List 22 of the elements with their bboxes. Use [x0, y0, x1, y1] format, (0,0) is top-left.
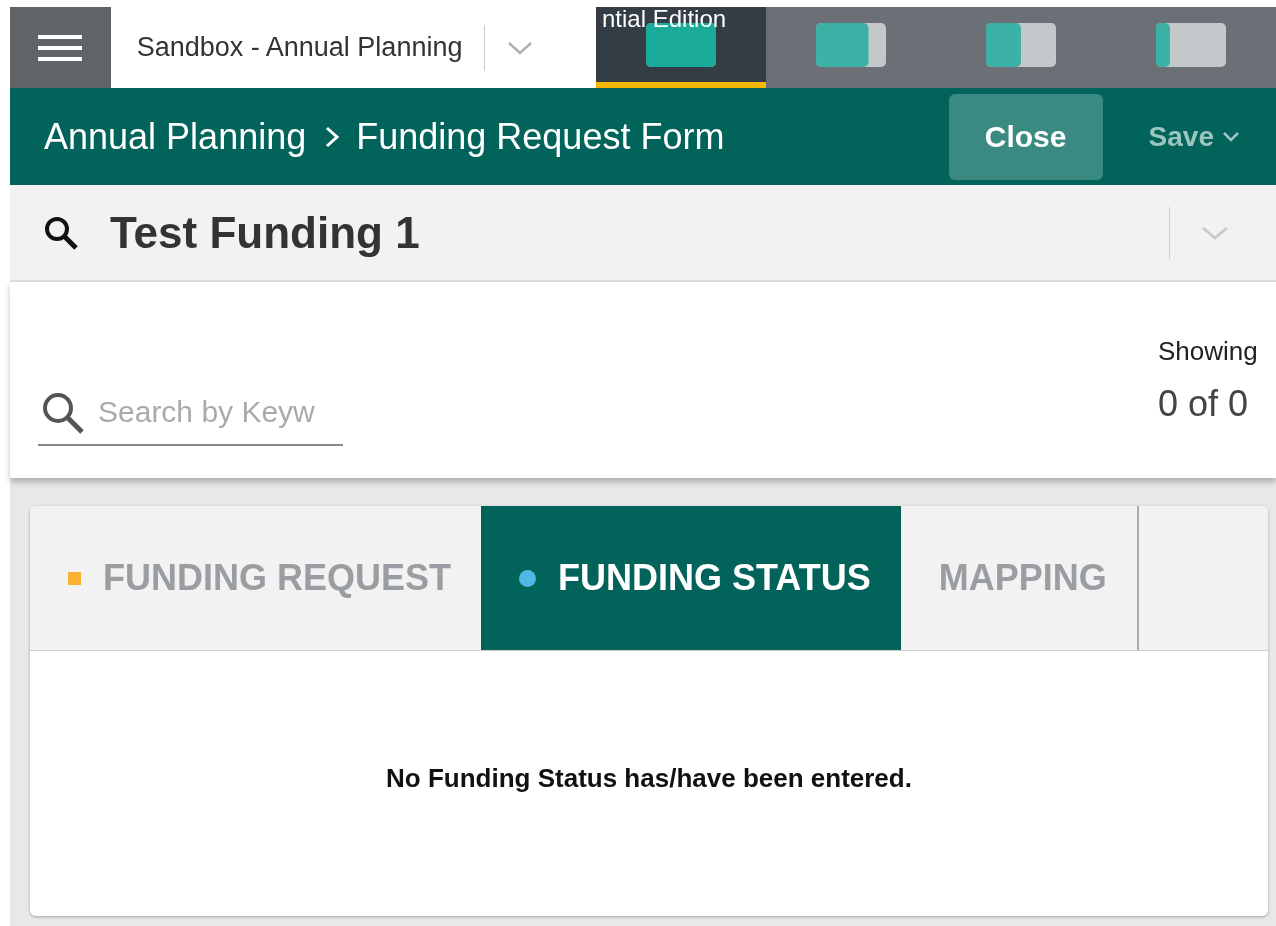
view-toggle-icon — [986, 22, 1056, 67]
breadcrumb-item: Funding Request Form — [356, 115, 725, 158]
empty-message: No Funding Status has/have been entered. — [386, 763, 912, 795]
save-button[interactable]: Save — [1142, 119, 1246, 154]
view-toggle-icon — [1156, 22, 1226, 67]
chevron-down-icon — [507, 39, 534, 56]
close-button[interactable]: Close — [948, 93, 1103, 180]
search-input[interactable]: Search by Keyw — [96, 394, 330, 430]
showing-label: Showing — [1158, 336, 1259, 367]
breadcrumb-item[interactable]: Annual Planning — [44, 115, 307, 158]
view-tab[interactable] — [596, 7, 766, 88]
chevron-down-icon — [1222, 130, 1240, 143]
view-toggle-icon — [816, 22, 886, 67]
project-selector[interactable]: Sandbox - Annual Planning — [110, 7, 596, 88]
menu-button[interactable] — [10, 7, 111, 88]
chevron-right-icon — [324, 125, 341, 148]
record-title: Test Funding 1 — [110, 207, 421, 258]
result-count: 0 of 0 — [1158, 383, 1250, 425]
search-field[interactable]: Search by Keyw — [38, 380, 343, 446]
edition-title: ntial Edition — [602, 7, 727, 31]
tab[interactable]: FUNDING STATUS — [481, 506, 901, 650]
menu-icon — [38, 32, 83, 63]
